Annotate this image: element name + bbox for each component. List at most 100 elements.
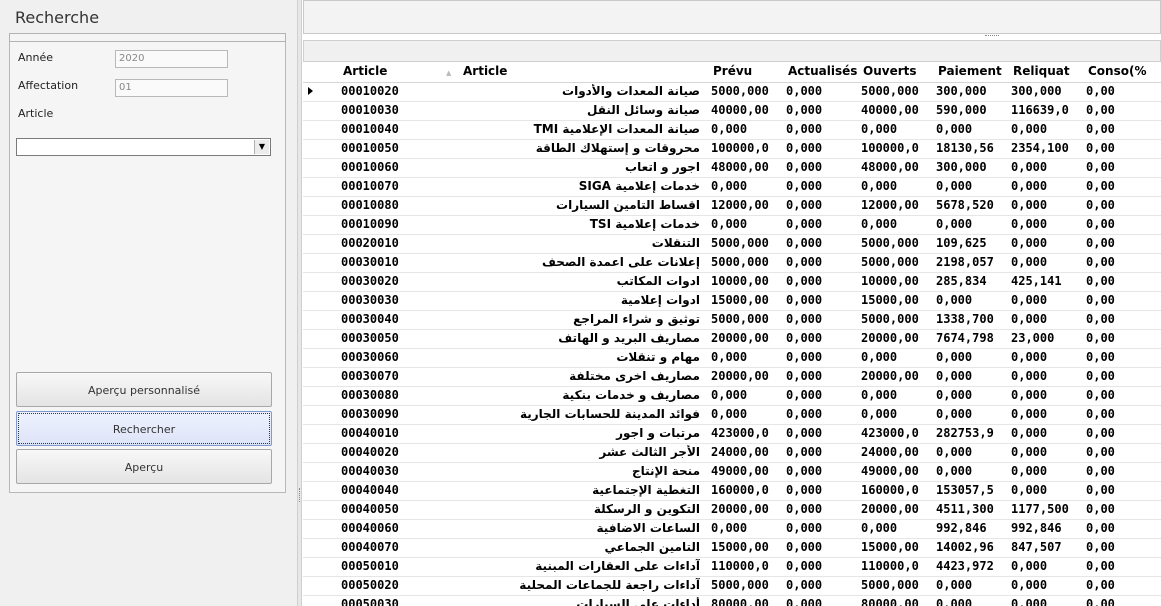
table-row[interactable]: 00020010 التنقلات 5000,000 0,000 5000,000 109… — [303, 235, 1161, 254]
cell-prevu: 5000,000 — [711, 255, 769, 269]
table-row[interactable]: 00030070 مصاريف اخرى مختلفة 20000,00 0,000 2… — [303, 368, 1161, 387]
cell-prevu: 48000,00 — [711, 160, 769, 174]
cell-article-name: صيانة المعدات الإعلامية TMI — [533, 122, 700, 136]
cell-ouverts: 49000,00 — [861, 464, 919, 478]
horizontal-splitter-grip-icon[interactable] — [985, 35, 999, 38]
affectation-field[interactable]: 01 — [115, 79, 228, 97]
cell-conso: 0,00 — [1086, 217, 1115, 231]
table-row[interactable]: 00040010 مرتبات و اجور 423000,0 0,000 423000… — [303, 425, 1161, 444]
cell-ouverts: 15000,00 — [861, 293, 919, 307]
annee-field[interactable]: 2020 — [115, 50, 228, 68]
cell-conso: 0,00 — [1086, 103, 1115, 117]
header-conso[interactable]: Conso(% — [1088, 64, 1147, 78]
cell-prevu: 0,000 — [711, 407, 748, 421]
cell-prevu: 10000,00 — [711, 274, 769, 288]
cell-article-name: منحة الإنتاج — [631, 464, 700, 478]
header-reliquat[interactable]: Reliquat — [1013, 64, 1070, 78]
cell-article-code: 00040060 — [341, 521, 399, 535]
cell-article-code: 00010040 — [341, 122, 399, 136]
cell-paiement: 0,000 — [936, 445, 973, 459]
cell-prevu: 12000,00 — [711, 198, 769, 212]
apercu-button[interactable]: Aperçu — [16, 449, 272, 484]
cell-article-code: 00030030 — [341, 293, 399, 307]
table-row[interactable]: 00050010 آداءات على العقارات المبنية 11000… — [303, 558, 1161, 577]
table-row[interactable]: 00040060 الساعات الاضافية 0,000 0,000 0,000 9… — [303, 520, 1161, 539]
cell-paiement: 18130,56 — [936, 141, 994, 155]
table-row[interactable]: 00030040 توثيق و شراء المراجع 5000,000 0,00… — [303, 311, 1161, 330]
cell-ouverts: 0,000 — [861, 122, 898, 136]
cell-reliquat: 0,000 — [1011, 255, 1048, 269]
table-row[interactable]: 00030090 فوائد المدينة للحسابات الجارية 0,… — [303, 406, 1161, 425]
table-row[interactable]: 00030050 مصاريف البريد و الهاتف 20000,00 0,… — [303, 330, 1161, 349]
cell-reliquat: 300,000 — [1011, 84, 1062, 98]
cell-article-name: خدمات إعلامية SIGA — [578, 179, 700, 193]
table-row[interactable]: 00040030 منحة الإنتاج 49000,00 0,000 49000,0… — [303, 463, 1161, 482]
cell-conso: 0,00 — [1086, 369, 1115, 383]
cell-reliquat: 0,000 — [1011, 198, 1048, 212]
cell-actualises: 0,000 — [786, 103, 823, 117]
article-combobox[interactable]: ▼ — [16, 138, 271, 156]
cell-actualises: 0,000 — [786, 274, 823, 288]
table-row[interactable]: 00010080 اقساط التامين السيارات 12000,00 0,… — [303, 197, 1161, 216]
cell-reliquat: 0,000 — [1011, 445, 1048, 459]
table-row[interactable]: 00010040 صيانة المعدات الإعلامية TMI 0,000… — [303, 121, 1161, 140]
table-row[interactable]: 00040040 التغطية الإجتماعية 160000,0 0,000 1… — [303, 482, 1161, 501]
header-paiement[interactable]: Paiement — [938, 64, 1002, 78]
cell-article-name: ادوات إعلامية — [620, 293, 700, 307]
header-article-name[interactable]: Article — [463, 64, 507, 78]
cell-prevu: 110000,0 — [711, 559, 769, 573]
rechercher-button[interactable]: Rechercher — [16, 411, 272, 446]
header-article-code[interactable]: Article — [343, 64, 387, 78]
cell-paiement: 590,000 — [936, 103, 987, 117]
cell-paiement: 0,000 — [936, 578, 973, 592]
cell-article-code: 00040040 — [341, 483, 399, 497]
cell-article-name: فوائد المدينة للحسابات الجارية — [519, 407, 700, 421]
cell-article-code: 00030080 — [341, 388, 399, 402]
article-label: Article — [18, 107, 54, 120]
cell-conso: 0,00 — [1086, 331, 1115, 345]
vertical-splitter[interactable] — [297, 0, 302, 606]
cell-paiement: 0,000 — [936, 388, 973, 402]
cell-actualises: 0,000 — [786, 84, 823, 98]
cell-reliquat: 992,846 — [1011, 521, 1062, 535]
table-row[interactable]: 00040070 التامين الجماعي 15000,00 0,000 1500… — [303, 539, 1161, 558]
table-row[interactable]: 00010070 خدمات إعلامية SIGA 0,000 0,000 0,00… — [303, 178, 1161, 197]
table-row[interactable]: 00030080 مصاريف و خدمات بنكية 0,000 0,000 0,… — [303, 387, 1161, 406]
cell-paiement: 992,846 — [936, 521, 987, 535]
table-row[interactable]: 00040020 الأجر الثالث عشر 24000,00 0,000 240… — [303, 444, 1161, 463]
table-row[interactable]: 00010090 خدمات إعلامية TSI 0,000 0,000 0,000… — [303, 216, 1161, 235]
cell-ouverts: 20000,00 — [861, 502, 919, 516]
cell-prevu: 100000,0 — [711, 141, 769, 155]
results-grid[interactable]: Article ▲ Article Prévu Actualisés Ouver… — [303, 62, 1161, 606]
cell-article-code: 00030050 — [341, 331, 399, 345]
cell-paiement: 4423,972 — [936, 559, 994, 573]
chevron-down-icon[interactable]: ▼ — [254, 140, 269, 154]
table-row[interactable]: 00030010 إعلانات على اعمدة الصحف 5000,000 0… — [303, 254, 1161, 273]
header-actualises[interactable]: Actualisés — [788, 64, 857, 78]
cell-ouverts: 5000,000 — [861, 312, 919, 326]
header-prevu[interactable]: Prévu — [713, 64, 752, 78]
table-row[interactable]: 00050030 أداءات على السيارات 80000,00 0,000… — [303, 596, 1161, 606]
table-row[interactable]: 00010020 صيانة المعدات والأدوات 5000,000 0,… — [303, 83, 1161, 102]
table-row[interactable]: 00050020 آداءات راجعة للجماعات المحلية 500… — [303, 577, 1161, 596]
table-row[interactable]: 00040050 التكوين و الرسكلة 20000,00 0,000 20… — [303, 501, 1161, 520]
cell-actualises: 0,000 — [786, 369, 823, 383]
table-row[interactable]: 00010050 محروقات و إستهلاك الطاقة 100000,0… — [303, 140, 1161, 159]
cell-conso: 0,00 — [1086, 160, 1115, 174]
cell-article-code: 00030070 — [341, 369, 399, 383]
table-row[interactable]: 00030030 ادوات إعلامية 15000,00 0,000 15000,… — [303, 292, 1161, 311]
cell-paiement: 5678,520 — [936, 198, 994, 212]
cell-article-code: 00030040 — [341, 312, 399, 326]
table-row[interactable]: 00010030 صيانة وسائل النقل 40000,00 0,000 40… — [303, 102, 1161, 121]
table-row[interactable]: 00030060 مهام و تنقلات 0,000 0,000 0,000 0,00… — [303, 349, 1161, 368]
cell-reliquat: 0,000 — [1011, 578, 1048, 592]
apercu-personnalise-button[interactable]: Aperçu personnalisé — [16, 372, 272, 407]
cell-paiement: 0,000 — [936, 350, 973, 364]
header-ouverts[interactable]: Ouverts — [863, 64, 917, 78]
table-row[interactable]: 00030020 ادوات المكاتب 10000,00 0,000 10000,… — [303, 273, 1161, 292]
cell-conso: 0,00 — [1086, 559, 1115, 573]
cell-article-name: التامين الجماعي — [604, 540, 700, 554]
cell-article-code: 00010060 — [341, 160, 399, 174]
cell-article-name: التغطية الإجتماعية — [592, 483, 700, 497]
table-row[interactable]: 00010060 اجور و اتعاب 48000,00 0,000 48000,0… — [303, 159, 1161, 178]
